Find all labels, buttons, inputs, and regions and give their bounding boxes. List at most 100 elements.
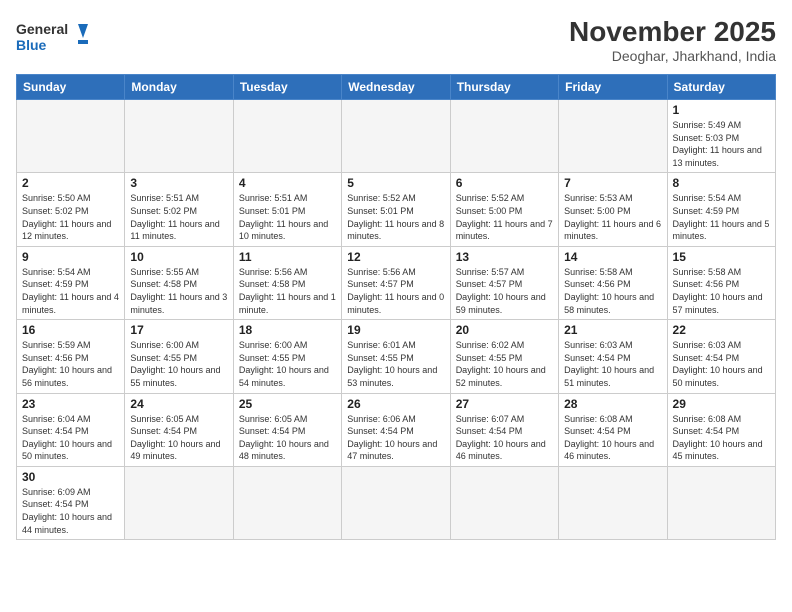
day-number: 22: [673, 323, 770, 337]
calendar-cell: 9Sunrise: 5:54 AM Sunset: 4:59 PM Daylig…: [17, 246, 125, 319]
calendar-week-row: 30 Sunrise: 6:09 AM Sunset: 4:54 PM Dayli…: [17, 466, 776, 539]
calendar-cell: 17Sunrise: 6:00 AM Sunset: 4:55 PM Dayli…: [125, 320, 233, 393]
day-info: Sunrise: 6:00 AM Sunset: 4:55 PM Dayligh…: [130, 339, 227, 389]
day-info: Sunrise: 6:07 AM Sunset: 4:54 PM Dayligh…: [456, 413, 553, 463]
calendar-cell: 6 Sunrise: 5:52 AM Sunset: 5:00 PM Daylig…: [450, 173, 558, 246]
header-wednesday: Wednesday: [342, 75, 450, 100]
day-number: 15: [673, 250, 770, 264]
calendar-cell: 3 Sunrise: 5:51 AM Sunset: 5:02 PM Daylig…: [125, 173, 233, 246]
day-info: Sunrise: 5:57 AM Sunset: 4:57 PM Dayligh…: [456, 266, 553, 316]
day-number: 18: [239, 323, 336, 337]
calendar-cell: 26Sunrise: 6:06 AM Sunset: 4:54 PM Dayli…: [342, 393, 450, 466]
calendar-cell: [450, 100, 558, 173]
calendar-cell: 28Sunrise: 6:08 AM Sunset: 4:54 PM Dayli…: [559, 393, 667, 466]
calendar-cell: 20Sunrise: 6:02 AM Sunset: 4:55 PM Dayli…: [450, 320, 558, 393]
calendar-cell: 16Sunrise: 5:59 AM Sunset: 4:56 PM Dayli…: [17, 320, 125, 393]
location: Deoghar, Jharkhand, India: [569, 48, 776, 64]
day-number: 23: [22, 397, 119, 411]
day-info: Sunrise: 5:51 AM Sunset: 5:02 PM Dayligh…: [130, 192, 227, 242]
calendar-cell: [125, 466, 233, 539]
calendar-cell: 24 Sunrise: 6:05 AM Sunset: 4:54 PM Dayli…: [125, 393, 233, 466]
day-number: 27: [456, 397, 553, 411]
day-info: Sunrise: 6:09 AM Sunset: 4:54 PM Dayligh…: [22, 486, 119, 536]
day-info: Sunrise: 6:02 AM Sunset: 4:55 PM Dayligh…: [456, 339, 553, 389]
day-number: 16: [22, 323, 119, 337]
header-sunday: Sunday: [17, 75, 125, 100]
calendar-week-row: 23 Sunrise: 6:04 AM Sunset: 4:54 PM Dayli…: [17, 393, 776, 466]
day-number: 3: [130, 176, 227, 190]
calendar-cell: 2 Sunrise: 5:50 AM Sunset: 5:02 PM Daylig…: [17, 173, 125, 246]
calendar: Sunday Monday Tuesday Wednesday Thursday…: [16, 74, 776, 540]
day-number: 19: [347, 323, 444, 337]
calendar-cell: 10 Sunrise: 5:55 AM Sunset: 4:58 PM Dayli…: [125, 246, 233, 319]
header-monday: Monday: [125, 75, 233, 100]
calendar-cell: [125, 100, 233, 173]
calendar-cell: 14 Sunrise: 5:58 AM Sunset: 4:56 PM Dayli…: [559, 246, 667, 319]
calendar-cell: 1 Sunrise: 5:49 AM Sunset: 5:03 PM Daylig…: [667, 100, 775, 173]
day-info: Sunrise: 5:53 AM Sunset: 5:00 PM Dayligh…: [564, 192, 661, 242]
header-friday: Friday: [559, 75, 667, 100]
day-info: Sunrise: 6:04 AM Sunset: 4:54 PM Dayligh…: [22, 413, 119, 463]
day-info: Sunrise: 6:08 AM Sunset: 4:54 PM Dayligh…: [673, 413, 770, 463]
calendar-cell: 12 Sunrise: 5:56 AM Sunset: 4:57 PM Dayli…: [342, 246, 450, 319]
header-tuesday: Tuesday: [233, 75, 341, 100]
svg-text:Blue: Blue: [16, 37, 47, 53]
day-number: 1: [673, 103, 770, 117]
month-year: November 2025: [569, 16, 776, 48]
day-number: 5: [347, 176, 444, 190]
day-info: Sunrise: 5:58 AM Sunset: 4:56 PM Dayligh…: [673, 266, 770, 316]
calendar-week-row: 1 Sunrise: 5:49 AM Sunset: 5:03 PM Daylig…: [17, 100, 776, 173]
calendar-cell: [233, 100, 341, 173]
day-info: Sunrise: 5:54 AM Sunset: 4:59 PM Dayligh…: [673, 192, 770, 242]
calendar-cell: 30 Sunrise: 6:09 AM Sunset: 4:54 PM Dayli…: [17, 466, 125, 539]
calendar-week-row: 2 Sunrise: 5:50 AM Sunset: 5:02 PM Daylig…: [17, 173, 776, 246]
day-number: 30: [22, 470, 119, 484]
day-info: Sunrise: 5:52 AM Sunset: 5:00 PM Dayligh…: [456, 192, 553, 242]
day-info: Sunrise: 6:05 AM Sunset: 4:54 PM Dayligh…: [130, 413, 227, 463]
day-info: Sunrise: 5:54 AM Sunset: 4:59 PM Dayligh…: [22, 266, 119, 316]
day-number: 7: [564, 176, 661, 190]
day-info: Sunrise: 5:51 AM Sunset: 5:01 PM Dayligh…: [239, 192, 336, 242]
day-info: Sunrise: 6:01 AM Sunset: 4:55 PM Dayligh…: [347, 339, 444, 389]
day-info: Sunrise: 6:05 AM Sunset: 4:54 PM Dayligh…: [239, 413, 336, 463]
day-number: 10: [130, 250, 227, 264]
day-number: 25: [239, 397, 336, 411]
day-info: Sunrise: 5:58 AM Sunset: 4:56 PM Dayligh…: [564, 266, 661, 316]
calendar-cell: [342, 466, 450, 539]
day-number: 13: [456, 250, 553, 264]
calendar-week-row: 16Sunrise: 5:59 AM Sunset: 4:56 PM Dayli…: [17, 320, 776, 393]
calendar-cell: 11Sunrise: 5:56 AM Sunset: 4:58 PM Dayli…: [233, 246, 341, 319]
calendar-cell: 7 Sunrise: 5:53 AM Sunset: 5:00 PM Daylig…: [559, 173, 667, 246]
day-info: Sunrise: 6:08 AM Sunset: 4:54 PM Dayligh…: [564, 413, 661, 463]
logo-svg: GeneralBlue: [16, 16, 96, 61]
calendar-cell: 18Sunrise: 6:00 AM Sunset: 4:55 PM Dayli…: [233, 320, 341, 393]
calendar-cell: 13 Sunrise: 5:57 AM Sunset: 4:57 PM Dayli…: [450, 246, 558, 319]
calendar-cell: 19 Sunrise: 6:01 AM Sunset: 4:55 PM Dayli…: [342, 320, 450, 393]
day-info: Sunrise: 5:50 AM Sunset: 5:02 PM Dayligh…: [22, 192, 119, 242]
day-number: 12: [347, 250, 444, 264]
day-number: 21: [564, 323, 661, 337]
day-info: Sunrise: 6:03 AM Sunset: 4:54 PM Dayligh…: [673, 339, 770, 389]
calendar-cell: 23 Sunrise: 6:04 AM Sunset: 4:54 PM Dayli…: [17, 393, 125, 466]
day-number: 11: [239, 250, 336, 264]
day-info: Sunrise: 5:56 AM Sunset: 4:57 PM Dayligh…: [347, 266, 444, 316]
day-info: Sunrise: 5:55 AM Sunset: 4:58 PM Dayligh…: [130, 266, 227, 316]
calendar-cell: 25 Sunrise: 6:05 AM Sunset: 4:54 PM Dayli…: [233, 393, 341, 466]
title-block: November 2025 Deoghar, Jharkhand, India: [569, 16, 776, 64]
calendar-cell: [559, 466, 667, 539]
day-number: 2: [22, 176, 119, 190]
day-info: Sunrise: 6:06 AM Sunset: 4:54 PM Dayligh…: [347, 413, 444, 463]
day-number: 14: [564, 250, 661, 264]
day-number: 29: [673, 397, 770, 411]
calendar-cell: [450, 466, 558, 539]
calendar-cell: [17, 100, 125, 173]
calendar-cell: 27 Sunrise: 6:07 AM Sunset: 4:54 PM Dayli…: [450, 393, 558, 466]
weekday-header-row: Sunday Monday Tuesday Wednesday Thursday…: [17, 75, 776, 100]
day-info: Sunrise: 6:03 AM Sunset: 4:54 PM Dayligh…: [564, 339, 661, 389]
day-number: 24: [130, 397, 227, 411]
calendar-week-row: 9Sunrise: 5:54 AM Sunset: 4:59 PM Daylig…: [17, 246, 776, 319]
day-info: Sunrise: 5:49 AM Sunset: 5:03 PM Dayligh…: [673, 119, 770, 169]
calendar-cell: [559, 100, 667, 173]
calendar-cell: [233, 466, 341, 539]
day-number: 6: [456, 176, 553, 190]
